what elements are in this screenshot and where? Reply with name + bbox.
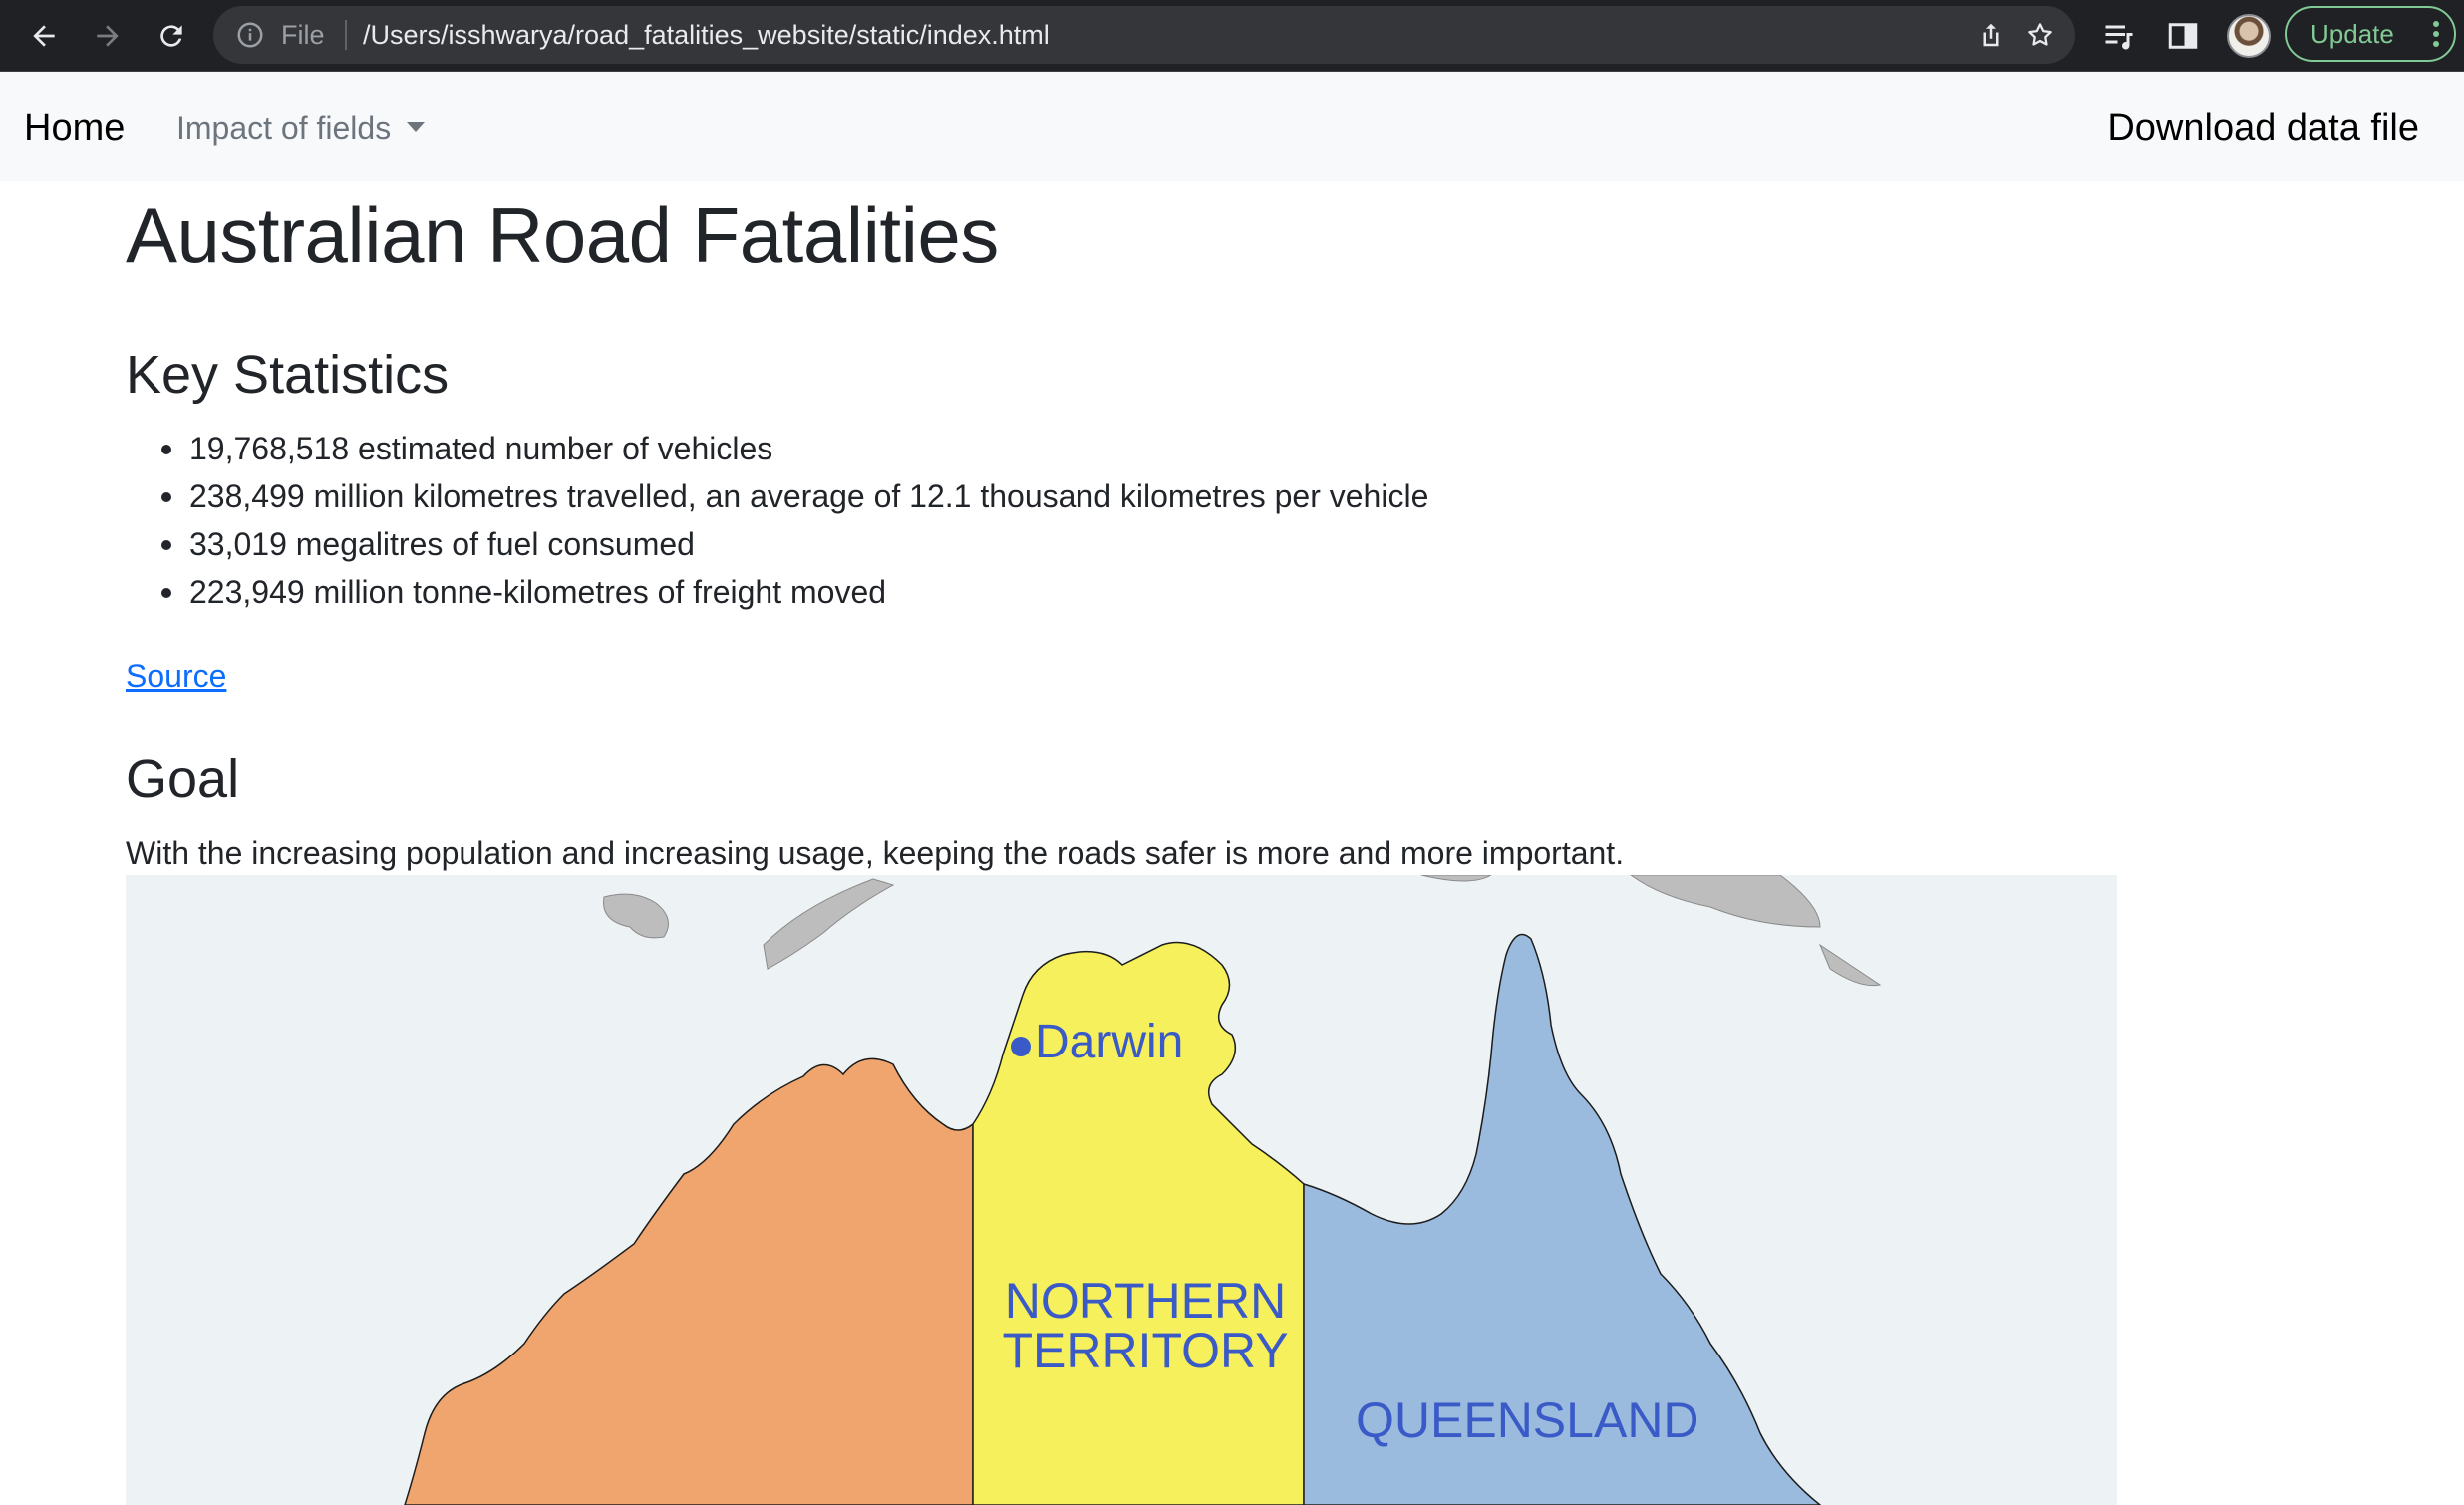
back-button[interactable] [22,14,66,58]
reload-button[interactable] [150,14,193,58]
bullet-icon [161,540,171,550]
share-icon[interactable] [1976,20,2005,50]
island-shape [1630,875,1821,928]
stat-text: 223,949 million tonne-kilometres of frei… [189,574,887,610]
nt-label-line1: NORTHERN [1004,1273,1287,1329]
stat-text: 33,019 megalitres of fuel consumed [189,526,695,562]
list-item: 238,499 million kilometres travelled, an… [126,472,1428,520]
site-navbar: Home Impact of fields Download data file [0,72,2464,181]
bullet-icon [161,588,171,598]
northern-territory-label: NORTHERN TERRITORY [1001,1276,1290,1375]
australia-map [404,875,1882,1505]
reload-icon [160,25,182,47]
bullet-icon [161,492,171,502]
impact-of-fields-label: Impact of fields [176,110,392,146]
nt-label-line2: TERRITORY [1002,1323,1289,1378]
goal-heading: Goal [126,750,240,809]
url-scheme: File [281,20,325,50]
island-shape [1420,875,1492,882]
list-item: 19,768,518 estimated number of vehicles [126,425,1428,472]
bookmark-star-icon[interactable] [2025,20,2055,50]
stat-text: 19,768,518 estimated number of vehicles [189,431,773,466]
goal-text: With the increasing population and incre… [126,835,1625,871]
western-australia-region [404,1057,974,1505]
url-divider [345,20,347,50]
island-shape [603,893,669,939]
darwin-marker [1011,1037,1031,1056]
bullet-icon [161,445,171,454]
list-item: 33,019 megalitres of fuel consumed [126,520,1428,568]
update-label: Update [2310,19,2394,49]
queensland-label: QUEENSLAND [1356,1392,1699,1448]
australia-map-image: Darwin NORTHERN TERRITORY QUEENSLAND [126,875,2117,1505]
url-text[interactable]: /Users/isshwarya/road_fatalities_website… [363,6,1050,64]
caret-down-icon [407,121,426,132]
update-button[interactable]: Update [2285,6,2456,62]
darwin-label: Darwin [1035,1016,1184,1068]
island-shape [763,878,895,970]
more-vert-icon [2433,21,2439,47]
info-icon[interactable] [235,20,265,50]
list-item: 223,949 million tonne-kilometres of frei… [126,568,1428,616]
arrow-left-icon [33,25,55,47]
island-shape [1818,943,1882,987]
forward-button[interactable] [86,14,130,58]
source-link[interactable]: Source [126,652,226,700]
browser-toolbar: File /Users/isshwarya/road_fatalities_we… [0,0,2464,72]
address-bar[interactable]: File /Users/isshwarya/road_fatalities_we… [213,6,2075,64]
download-data-file-link[interactable]: Download data file [2107,72,2419,183]
nav-home-link[interactable]: Home [24,72,125,183]
page-title: Australian Road Fatalities [126,191,999,279]
profile-avatar[interactable] [2227,14,2271,58]
impact-of-fields-dropdown[interactable]: Impact of fields [176,72,426,183]
key-statistics-list: 19,768,518 estimated number of vehicles … [126,425,1428,616]
reading-list-icon[interactable] [2101,18,2137,54]
arrow-right-icon [97,25,119,47]
key-statistics-heading: Key Statistics [126,345,450,405]
stat-text: 238,499 million kilometres travelled, an… [189,478,1429,514]
side-panel-icon[interactable] [2165,18,2201,54]
